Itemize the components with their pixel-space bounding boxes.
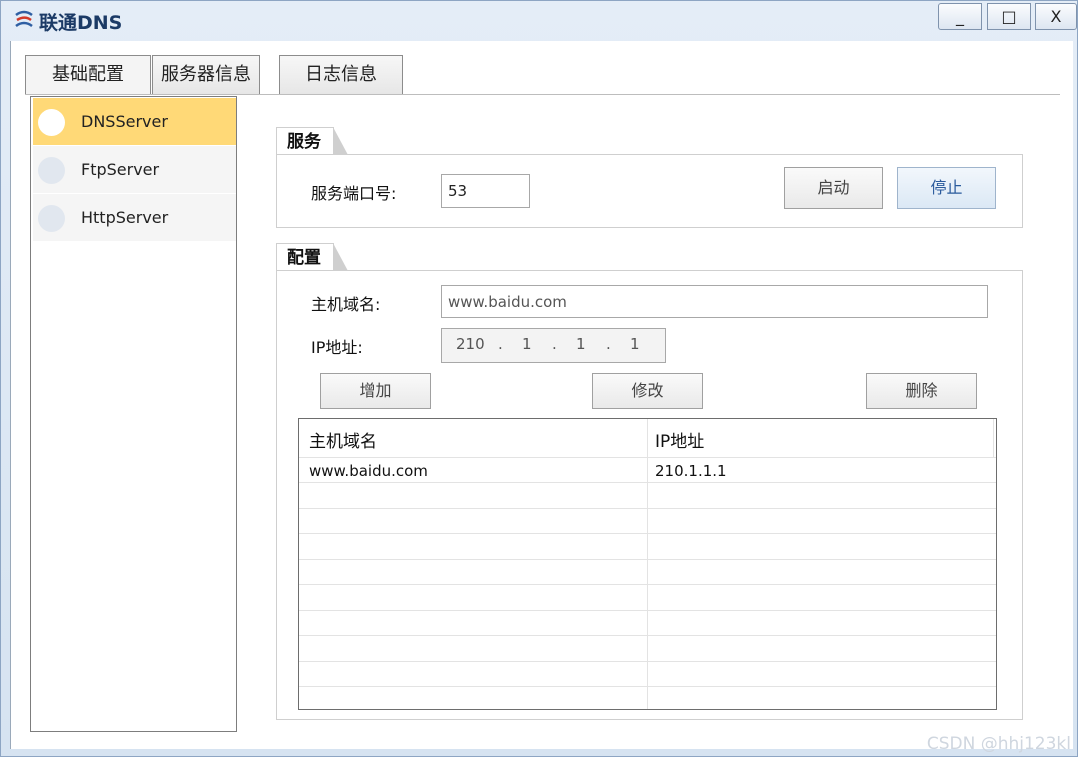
row-divider (299, 584, 996, 585)
sidebar-item-label: HttpServer (81, 208, 169, 227)
tab-server-info[interactable]: 服务器信息 (152, 55, 260, 95)
ip-octet-1[interactable]: 210 (456, 335, 485, 353)
tab-log-info[interactable]: 日志信息 (279, 55, 403, 95)
title-bar[interactable]: 联通DNS _ □ X (1, 1, 1077, 39)
sidebar-item-label: FtpServer (81, 160, 160, 179)
service-group-title: 服务 (276, 127, 348, 155)
ip-octet-3[interactable]: 1 (576, 335, 586, 353)
sidebar-item-ftpserver[interactable]: FtpServer (33, 146, 236, 193)
row-divider (299, 686, 996, 687)
port-field[interactable] (441, 174, 530, 208)
port-label: 服务端口号: (311, 184, 397, 203)
add-button[interactable]: 增加 (320, 373, 431, 409)
row-divider (299, 533, 996, 534)
ip-dot: . (498, 335, 503, 353)
edit-button[interactable]: 修改 (592, 373, 703, 409)
ip-address-field[interactable]: 210 . 1 . 1 . 1 (441, 328, 666, 363)
domain-label: 主机域名: (311, 295, 381, 314)
sidebar-item-label: DNSServer (81, 112, 168, 131)
server-status-icon (38, 157, 65, 184)
watermark-text: CSDN @hhj123kl (926, 734, 1071, 754)
cell-domain: www.baidu.com (309, 462, 428, 480)
config-group-title: 配置 (276, 243, 348, 271)
sidebar-item-httpserver[interactable]: HttpServer (33, 194, 236, 241)
row-divider (299, 457, 996, 458)
header-domain[interactable]: 主机域名 (309, 427, 377, 452)
ip-dot: . (606, 335, 611, 353)
window-title: 联通DNS (39, 12, 123, 34)
row-divider (299, 635, 996, 636)
dns-records-table[interactable]: 主机域名 IP地址 www.baidu.com 210.1.1.1 (298, 418, 997, 710)
dns-window: 联通DNS _ □ X 基础配置 服务器信息 日志信息 DNSServer Ft… (0, 0, 1078, 757)
port-input[interactable] (448, 175, 523, 207)
domain-field[interactable] (441, 285, 988, 318)
row-divider (299, 661, 996, 662)
close-button[interactable]: X (1035, 3, 1077, 30)
row-divider (299, 508, 996, 509)
tab-divider (25, 94, 1060, 95)
row-divider (299, 610, 996, 611)
sidebar-item-dnsserver[interactable]: DNSServer (33, 98, 236, 145)
maximize-button[interactable]: □ (987, 3, 1031, 30)
ip-octet-4[interactable]: 1 (630, 335, 640, 353)
service-group: 服务端口号: 启动 停止 (276, 154, 1023, 228)
client-area: 基础配置 服务器信息 日志信息 DNSServer FtpServer Http… (10, 41, 1073, 749)
ip-label: IP地址: (311, 338, 363, 357)
cell-ip: 210.1.1.1 (655, 462, 727, 480)
server-status-icon (38, 109, 65, 136)
domain-input[interactable] (448, 286, 981, 317)
server-status-icon (38, 205, 65, 232)
row-divider (299, 559, 996, 560)
row-divider (299, 482, 996, 483)
minimize-button[interactable]: _ (938, 3, 982, 30)
start-button[interactable]: 启动 (784, 167, 883, 209)
app-logo-icon (15, 10, 33, 28)
delete-button[interactable]: 删除 (866, 373, 977, 409)
ip-dot: . (552, 335, 557, 353)
server-list: DNSServer FtpServer HttpServer (30, 96, 237, 732)
column-divider (647, 419, 648, 709)
header-ip[interactable]: IP地址 (655, 427, 704, 452)
ip-octet-2[interactable]: 1 (522, 335, 532, 353)
column-divider (993, 419, 994, 457)
tab-basic-config[interactable]: 基础配置 (25, 55, 151, 95)
stop-button[interactable]: 停止 (897, 167, 996, 209)
